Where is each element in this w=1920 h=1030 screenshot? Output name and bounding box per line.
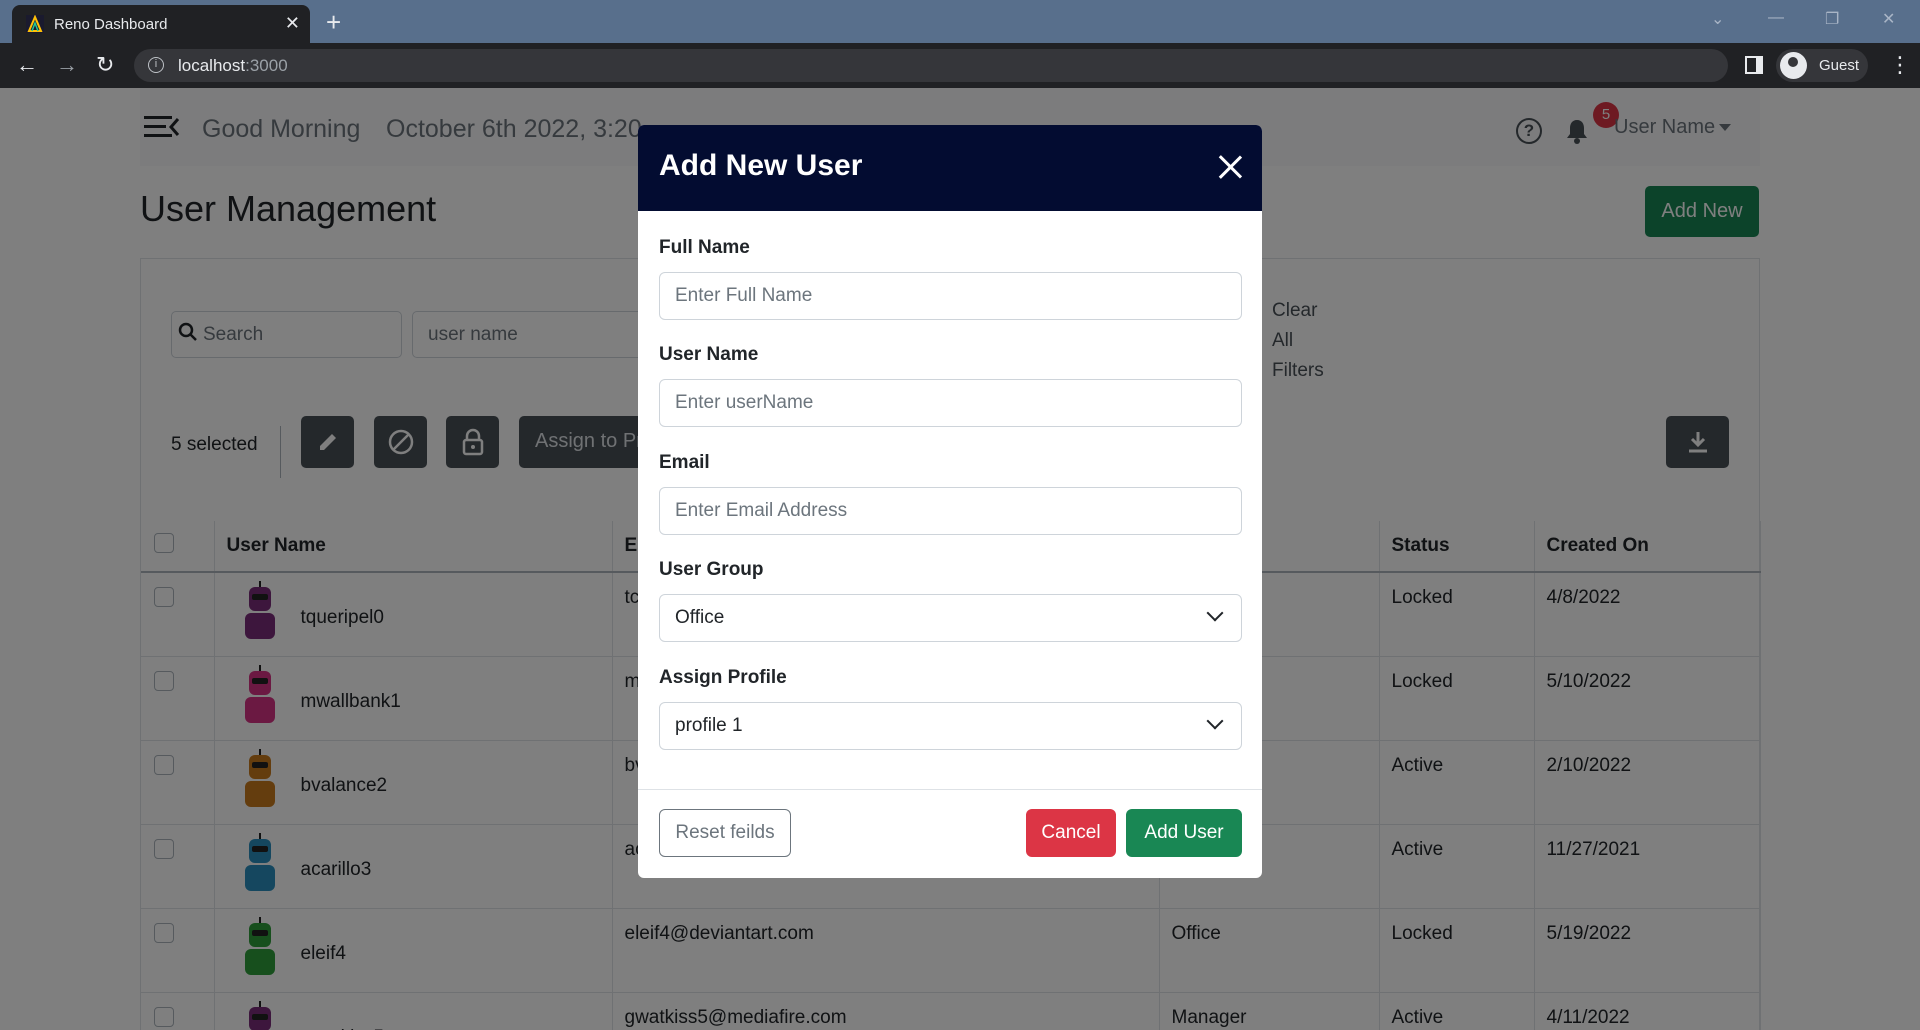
forward-icon[interactable]: →	[56, 52, 78, 78]
close-icon[interactable]	[1218, 155, 1242, 179]
reset-fields-button[interactable]: Reset feilds	[659, 809, 791, 857]
user-group-select[interactable]: Office	[659, 594, 1242, 642]
tab-search-icon[interactable]: ⌄	[1711, 9, 1724, 29]
reload-icon[interactable]: ↻	[96, 52, 114, 78]
side-panel-icon[interactable]	[1745, 56, 1763, 74]
cancel-button[interactable]: Cancel	[1026, 809, 1116, 857]
assign-profile-select[interactable]: profile 1	[659, 702, 1242, 750]
user-group-label: User Group	[659, 559, 764, 580]
add-user-button[interactable]: Add User	[1126, 809, 1242, 857]
email-placeholder: Enter Email Address	[675, 500, 848, 521]
modal-header: Add New User	[638, 125, 1262, 211]
window-close-icon[interactable]: ✕	[1882, 9, 1895, 29]
email-label: Email	[659, 452, 710, 473]
url-input[interactable]: i localhost:3000	[134, 49, 1728, 82]
user-group-value: Office	[675, 607, 725, 628]
new-tab-icon[interactable]: +	[326, 7, 341, 38]
browser-tab-bar: Reno Dashboard ✕ + ⌄ — ❐ ✕	[0, 0, 1920, 43]
chevron-down-icon	[1206, 712, 1224, 730]
site-info-icon[interactable]: i	[148, 57, 164, 73]
reno-logo-icon	[26, 15, 44, 33]
url-host: localhost	[178, 56, 246, 75]
minimize-icon[interactable]: —	[1768, 9, 1784, 27]
browser-tab[interactable]: Reno Dashboard ✕	[12, 5, 310, 43]
restore-icon[interactable]: ❐	[1825, 9, 1839, 29]
modal-footer-divider	[638, 789, 1262, 790]
assign-profile-label: Assign Profile	[659, 667, 787, 688]
url-port: :3000	[245, 56, 288, 75]
full-name-placeholder: Enter Full Name	[675, 285, 813, 306]
guest-avatar-icon	[1780, 52, 1807, 79]
full-name-field[interactable]: Enter Full Name	[659, 272, 1242, 320]
back-icon[interactable]: ←	[16, 52, 38, 78]
chevron-down-icon	[1206, 604, 1224, 622]
user-name-field[interactable]: Enter userName	[659, 379, 1242, 427]
tab-close-icon[interactable]: ✕	[285, 13, 300, 34]
email-field[interactable]: Enter Email Address	[659, 487, 1242, 535]
modal-title: Add New User	[659, 149, 863, 182]
address-bar: ← → ↻ i localhost:3000 Guest ⋮	[0, 43, 1920, 88]
browser-menu-icon[interactable]: ⋮	[1889, 52, 1911, 78]
tab-title: Reno Dashboard	[54, 16, 168, 33]
full-name-label: Full Name	[659, 237, 750, 258]
assign-profile-value: profile 1	[675, 715, 743, 736]
add-user-modal: Add New User Full Name Enter Full Name U…	[638, 125, 1262, 878]
user-name-placeholder: Enter userName	[675, 392, 814, 413]
profile-button[interactable]: Guest	[1776, 49, 1868, 82]
profile-label: Guest	[1819, 57, 1860, 74]
user-name-label: User Name	[659, 344, 759, 365]
